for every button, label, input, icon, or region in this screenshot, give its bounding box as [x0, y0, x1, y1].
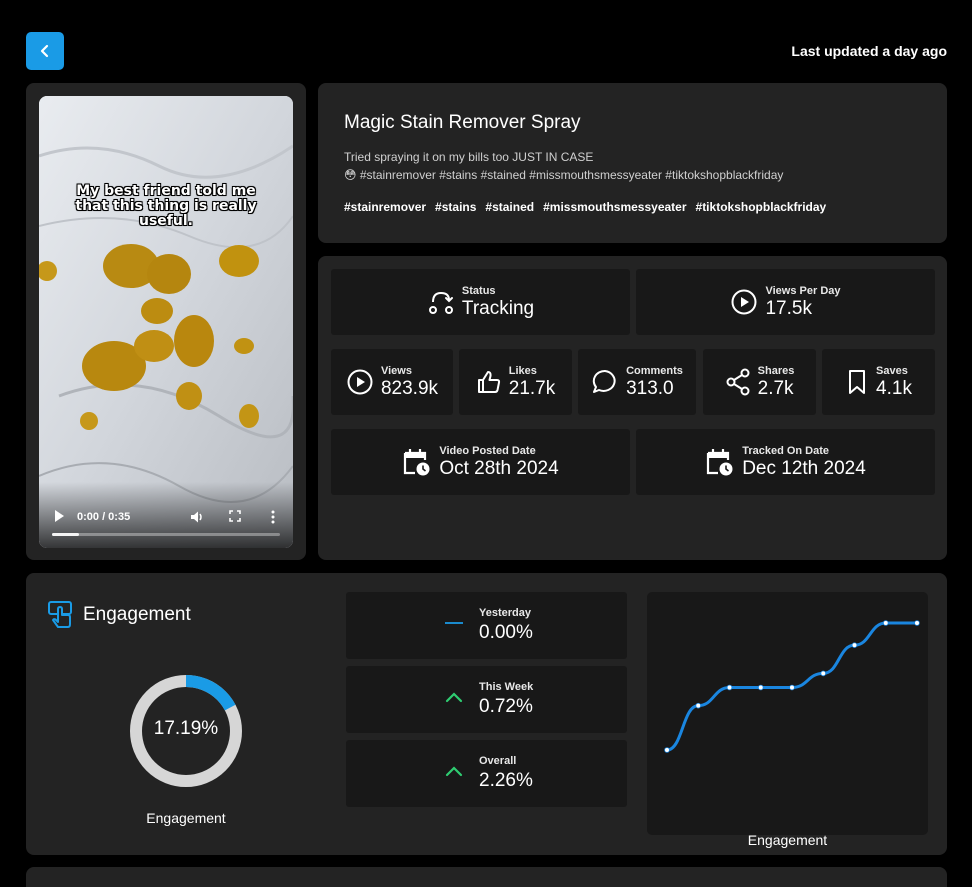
chevron-up-icon — [445, 692, 463, 703]
status-value: Tracking — [461, 297, 535, 319]
status-label: Status — [461, 284, 496, 297]
chevron-left-icon — [40, 44, 49, 58]
views-card: Views 823.9k — [331, 349, 453, 415]
comments-label: Comments — [626, 364, 683, 377]
views-per-day-value: 17.5k — [765, 297, 812, 319]
saves-card: Saves 4.1k — [822, 349, 935, 415]
trend-label: This Week — [479, 681, 534, 693]
data-point[interactable] — [914, 620, 920, 626]
hashtag[interactable]: #stains — [435, 200, 476, 214]
back-button[interactable] — [26, 32, 64, 70]
comment-icon — [592, 369, 616, 393]
share-icon — [726, 368, 750, 396]
posted-date-card: Video Posted Date Oct 28th 2024 — [331, 429, 630, 495]
posted-date-label: Video Posted Date — [439, 444, 536, 457]
views-value: 823.9k — [380, 377, 439, 399]
shares-value: 2.7k — [757, 377, 794, 399]
next-section-panel — [26, 867, 947, 887]
data-point[interactable] — [851, 642, 858, 648]
trend-value: 0.00% — [479, 622, 533, 643]
video-player[interactable]: My best friend told me that this thing i… — [39, 96, 293, 548]
views-label: Views — [380, 364, 412, 377]
play-circle-icon — [731, 289, 757, 315]
likes-card: Likes 21.7k — [459, 349, 572, 415]
hashtag[interactable]: #stainremover — [344, 200, 426, 214]
trend-card-this-week: This Week 0.72% — [346, 666, 627, 733]
data-point[interactable] — [789, 684, 795, 691]
thumbs-up-icon — [477, 371, 500, 393]
data-point[interactable] — [882, 620, 889, 626]
video-panel: My best friend told me that this thing i… — [26, 83, 306, 560]
views-per-day-label: Views Per Day — [765, 284, 841, 297]
status-card: Status Tracking — [331, 269, 630, 335]
product-title: Magic Stain Remover Spray — [344, 112, 581, 133]
play-circle-icon — [347, 369, 373, 395]
engagement-rate-value: 17.19% — [153, 718, 219, 739]
video-controls: 0:00 / 0:35 — [39, 482, 293, 548]
video-caption-overlay: My best friend told me that this thing i… — [75, 183, 257, 229]
saves-label: Saves — [876, 364, 908, 377]
likes-label: Likes — [508, 364, 537, 377]
last-updated-text: Last updated a day ago — [791, 43, 947, 59]
fullscreen-icon[interactable] — [228, 509, 242, 523]
video-progress-fill — [52, 533, 80, 536]
views-per-day-card: Views Per Day 17.5k — [636, 269, 935, 335]
dash-icon — [445, 622, 463, 624]
engagement-line-chart: Engagement — [647, 592, 928, 848]
data-point[interactable] — [726, 684, 733, 691]
more-vertical-icon[interactable] — [270, 509, 276, 525]
bookmark-icon — [849, 370, 866, 394]
description-line: 😳 #stainremover #stains #stained #missmo… — [344, 168, 784, 182]
posted-date-value: Oct 28th 2024 — [439, 457, 559, 479]
trend-value: 0.72% — [479, 696, 533, 717]
trend-card-overall: Overall 2.26% — [346, 740, 627, 807]
trend-label: Overall — [479, 755, 517, 767]
chart-x-label: Engagement — [747, 832, 828, 848]
product-info-panel: Magic Stain Remover Spray Tried spraying… — [318, 83, 947, 243]
data-point[interactable] — [820, 670, 827, 677]
play-icon[interactable] — [53, 509, 65, 523]
trend-value: 2.26% — [479, 770, 533, 791]
data-point[interactable] — [757, 684, 764, 691]
data-point[interactable] — [695, 702, 702, 709]
shares-card: Shares 2.7k — [703, 349, 816, 415]
saves-value: 4.1k — [876, 377, 912, 399]
tracked-date-value: Dec 12th 2024 — [742, 457, 866, 479]
tracked-date-label: Tracked On Date — [742, 444, 830, 457]
shares-label: Shares — [757, 364, 795, 377]
video-thumbnail — [39, 96, 293, 548]
stats-panel: Status Tracking Views Per Day 17.5k View — [318, 256, 947, 560]
trend-label: Yesterday — [479, 607, 531, 619]
hashtag-list: #stainremover #stains #stained #missmout… — [344, 200, 826, 214]
tracked-date-card: Tracked On Date Dec 12th 2024 — [636, 429, 935, 495]
hashtag[interactable]: #tiktokshopblackfriday — [696, 200, 827, 214]
description-line: Tried spraying it on my bills too JUST I… — [344, 150, 594, 164]
tap-hand-icon — [48, 601, 72, 628]
hashtag[interactable]: #stained — [485, 200, 534, 214]
hashtag[interactable]: #missmouthsmessyeater — [543, 200, 686, 214]
engagement-title: Engagement — [83, 604, 191, 625]
engagement-donut-label: Engagement — [146, 810, 226, 826]
comments-card: Comments 313.0 — [578, 349, 696, 415]
product-description: Tried spraying it on my bills too JUST I… — [344, 148, 924, 184]
engagement-header: Engagement — [47, 600, 191, 630]
calendar-clock-icon — [707, 449, 733, 476]
comments-value: 313.0 — [626, 377, 674, 399]
likes-value: 21.7k — [508, 377, 556, 399]
video-progress-bar[interactable] — [52, 533, 280, 536]
video-time: 0:00 / 0:35 — [77, 511, 131, 523]
volume-icon[interactable] — [189, 509, 205, 525]
data-point[interactable] — [664, 747, 670, 753]
tracking-route-icon — [428, 291, 453, 314]
trend-card-yesterday: Yesterday 0.00% — [346, 592, 627, 659]
engagement-panel: Engagement 17.19% Engagement Yesterday 0… — [26, 573, 947, 855]
chevron-up-icon — [445, 766, 463, 777]
line-chart-svg — [664, 620, 920, 753]
calendar-clock-icon — [404, 449, 430, 476]
